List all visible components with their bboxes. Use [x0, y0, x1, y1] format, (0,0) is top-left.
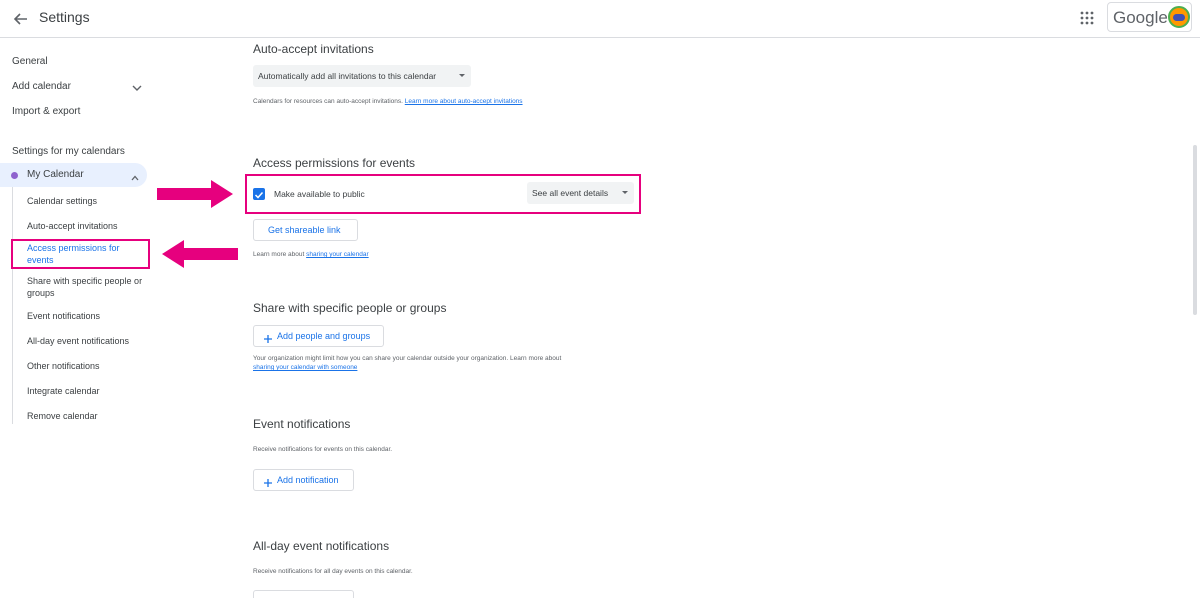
scrollbar[interactable] — [1193, 145, 1197, 315]
sidebar-item-share-people[interactable]: Share with specific people or groups — [27, 275, 145, 299]
dropdown-caret-icon — [459, 74, 465, 77]
sidebar-item-my-calendar[interactable]: My Calendar — [0, 163, 147, 187]
public-checkbox-label: Make available to public — [274, 189, 365, 199]
sidebar-item-general[interactable]: General — [12, 56, 48, 67]
add-people-button[interactable]: Add people and groups — [253, 325, 384, 347]
sidebar-item-allday-notifications[interactable]: All-day event notifications — [27, 335, 145, 347]
sharing-calendar-link[interactable]: sharing your calendar — [306, 251, 369, 258]
auto-accept-help-text: Calendars for resources can auto-accept … — [253, 98, 405, 105]
back-arrow-icon[interactable] — [10, 8, 32, 30]
tree-line — [12, 187, 13, 424]
plus-icon — [263, 331, 273, 343]
get-shareable-link-label: Get shareable link — [268, 225, 341, 235]
get-shareable-link-button[interactable]: Get shareable link — [253, 219, 358, 241]
share-help-text: Your organization might limit how you ca… — [253, 355, 562, 362]
sidebar-item-other-notifications[interactable]: Other notifications — [27, 360, 145, 372]
google-logo: Google — [1113, 8, 1168, 27]
event-details-select[interactable]: See all event details — [527, 182, 634, 204]
settings-content: Auto-accept invitations Automatically ad… — [240, 39, 1200, 598]
event-notifications-help: Receive notifications for events on this… — [253, 446, 393, 453]
sharing-with-someone-link[interactable]: sharing your calendar with someone — [253, 364, 357, 371]
top-bar: Settings Google — [0, 0, 1200, 38]
apps-grid-icon[interactable] — [1079, 10, 1095, 26]
auto-accept-help: Calendars for resources can auto-accept … — [253, 98, 523, 105]
highlight-box-sidebar — [11, 239, 150, 269]
chevron-up-icon[interactable] — [130, 170, 140, 181]
sidebar-item-add-calendar[interactable]: Add calendar — [12, 81, 71, 92]
public-checkbox[interactable] — [253, 188, 265, 200]
pointer-arrow-left-icon — [160, 236, 240, 272]
pointer-arrow-right-icon — [157, 176, 235, 212]
add-people-label: Add people and groups — [277, 331, 371, 341]
event-details-select-value: See all event details — [532, 188, 609, 198]
sidebar-item-remove-calendar[interactable]: Remove calendar — [27, 410, 145, 422]
calendar-name: My Calendar — [27, 169, 84, 180]
access-help-text: Learn more about — [253, 251, 307, 258]
checkmark-icon — [254, 191, 264, 199]
plus-icon — [263, 475, 273, 487]
sidebar-item-integrate-calendar[interactable]: Integrate calendar — [27, 385, 145, 397]
add-notification-label: Add notification — [277, 475, 339, 485]
sidebar-item-auto-accept[interactable]: Auto-accept invitations — [27, 220, 145, 232]
allday-notifications-help: Receive notifications for all day events… — [253, 568, 413, 575]
avatar[interactable] — [1168, 6, 1190, 28]
auto-accept-learn-more-link[interactable]: Learn more about auto-accept invitations — [405, 98, 523, 105]
section-heading-my-calendars: Settings for my calendars — [12, 146, 125, 157]
auto-accept-select-value: Automatically add all invitations to thi… — [258, 71, 437, 81]
access-help: Learn more about sharing your calendar — [253, 251, 369, 258]
share-help: sharing your calendar with someone — [253, 364, 357, 371]
page-title: Settings — [39, 9, 90, 25]
sidebar-item-calendar-settings[interactable]: Calendar settings — [27, 195, 145, 207]
settings-sidebar: General Add calendar Import & export Set… — [0, 39, 235, 598]
section-title-event-notifications: Event notifications — [253, 417, 351, 431]
account-switcher[interactable]: Google — [1107, 2, 1192, 32]
section-title-allday-notifications: All-day event notifications — [253, 539, 390, 553]
section-title-auto-accept: Auto-accept invitations — [253, 42, 374, 56]
add-notification-button[interactable]: Add notification — [253, 469, 354, 491]
calendar-color-dot — [11, 172, 18, 179]
add-allday-notification-button[interactable] — [253, 590, 354, 598]
sidebar-item-import-export[interactable]: Import & export — [12, 106, 80, 117]
dropdown-caret-icon — [622, 191, 628, 194]
section-title-access-permissions: Access permissions for events — [253, 156, 416, 170]
sidebar-item-event-notifications[interactable]: Event notifications — [27, 310, 145, 322]
auto-accept-select[interactable]: Automatically add all invitations to thi… — [253, 65, 471, 87]
chevron-down-icon[interactable] — [131, 81, 143, 93]
section-title-share: Share with specific people or groups — [253, 301, 447, 315]
